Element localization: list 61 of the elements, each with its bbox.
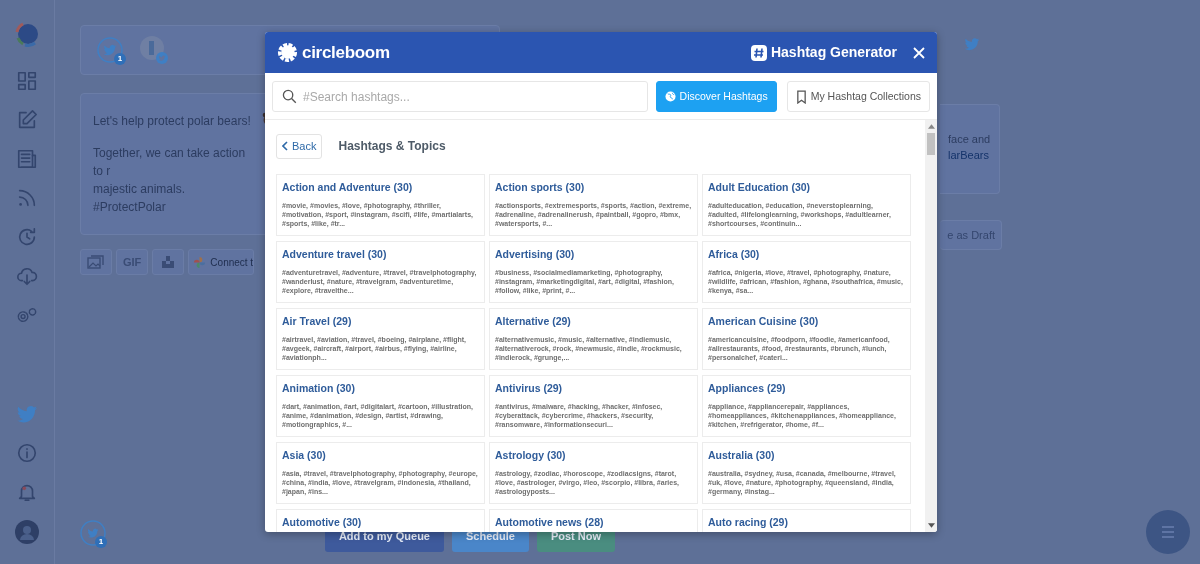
close-icon (913, 46, 925, 59)
topic-title: Advertising (30) (495, 246, 576, 262)
topic-title: Auto racing (29) (708, 514, 789, 530)
account-badge: 1 (114, 53, 126, 65)
connect-label: Connect t (210, 255, 254, 270)
topic-title: Action and Adventure (30) (282, 179, 414, 195)
menu-button[interactable] (1146, 510, 1190, 554)
section-heading: Hashtags & Topics (338, 138, 446, 156)
topic-title: Adventure travel (30) (282, 246, 388, 262)
topic-title: Asia (30) (282, 447, 327, 463)
avatar-icon[interactable] (15, 520, 39, 544)
scroll-up-icon[interactable] (927, 124, 935, 129)
topic-title: Antivirus (29) (495, 380, 564, 396)
chevron-left-icon (282, 141, 288, 152)
hashtag-tab[interactable]: My Hashtag Collections (786, 81, 930, 112)
topic-title: Astrology (30) (495, 447, 567, 463)
cloud-download-icon[interactable] (16, 265, 38, 287)
image-button[interactable] (80, 249, 112, 275)
scrollbar[interactable] (925, 120, 937, 532)
twitter-account-icon[interactable] (80, 520, 106, 546)
modal-title: Hashtag Generator (770, 43, 897, 62)
preview-text: face and (948, 132, 992, 147)
search-field[interactable]: #Search hashtags... (272, 81, 648, 112)
topic-title: Adult Education (30) (708, 179, 812, 195)
topic-title: American Cuisine (30) (708, 313, 820, 329)
rss-icon[interactable] (16, 187, 38, 209)
scrollbar-thumb[interactable] (927, 133, 935, 155)
menu-icon (1161, 526, 1175, 538)
topic-title: Animation (30) (282, 380, 356, 396)
twitter-account-icon[interactable] (97, 37, 123, 63)
images-icon (87, 254, 105, 270)
twitter-icon[interactable] (964, 36, 980, 52)
twitter-icon[interactable] (16, 403, 38, 425)
topic-title: Australia (30) (708, 447, 776, 463)
circleboom-logo-icon (277, 42, 298, 63)
topic-title: Africa (30) (708, 246, 761, 262)
search-icon (282, 89, 297, 104)
brand-name: circleboom (302, 41, 390, 64)
newspaper-icon[interactable] (16, 148, 38, 170)
back-button[interactable]: Back (276, 134, 323, 159)
pinwheel-icon (193, 255, 207, 269)
close-button[interactable] (913, 46, 925, 59)
topic-card[interactable]: Automotive (30) (276, 508, 485, 532)
scroll-down-icon[interactable] (927, 523, 935, 528)
upload-button[interactable] (152, 249, 185, 275)
topic-title: Appliances (29) (708, 380, 787, 396)
globe-icon (664, 91, 676, 102)
edit-icon[interactable] (16, 109, 38, 131)
bookmark-icon (795, 89, 807, 104)
topic-card[interactable]: Automotive news (28) (489, 508, 698, 532)
hashtag-icon (750, 44, 767, 61)
clock-refresh-icon[interactable] (16, 226, 38, 248)
topic-title: Action sports (30) (495, 179, 586, 195)
topic-title: Air Travel (29) (282, 313, 353, 329)
info-icon[interactable] (16, 442, 38, 464)
tray-icon (161, 256, 176, 268)
topic-title: Alternative (29) (495, 313, 572, 329)
account-avatar-icon[interactable] (139, 35, 169, 65)
topic-card[interactable]: Auto racing (29) (702, 508, 911, 532)
dashboard-icon[interactable] (16, 70, 38, 92)
account-badge: 1 (95, 536, 107, 548)
